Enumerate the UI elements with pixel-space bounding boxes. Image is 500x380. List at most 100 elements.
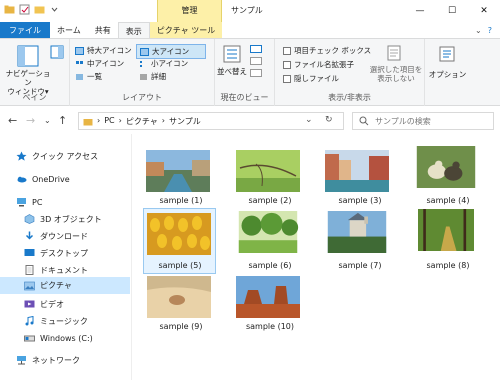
checkbox[interactable]: [283, 74, 291, 83]
file-name[interactable]: sample (8): [408, 261, 488, 270]
thumbnail-image[interactable]: [236, 150, 300, 192]
options-icon: [439, 46, 455, 62]
breadcrumb-item[interactable]: PC: [104, 116, 114, 127]
layout-list[interactable]: 一覧: [75, 71, 102, 82]
minimize-button[interactable]: —: [404, 0, 436, 22]
sidebar-item-quick-access[interactable]: クイック アクセス: [0, 148, 130, 164]
tab-view[interactable]: 表示: [117, 22, 150, 38]
layout-details[interactable]: 詳細: [139, 71, 166, 82]
breadcrumb-separator: ›: [118, 116, 122, 125]
current-view-group-label: 現在のビュー: [220, 93, 269, 102]
close-button[interactable]: ✕: [468, 0, 500, 22]
file-name[interactable]: sample (3): [320, 196, 400, 205]
tab-share[interactable]: 共有: [88, 22, 118, 38]
thumbnail-image[interactable]: [414, 146, 478, 188]
thumbnail-image[interactable]: [236, 276, 300, 318]
checkbox[interactable]: [283, 60, 291, 69]
file-name[interactable]: sample (7): [320, 261, 400, 270]
large-icons-icon: [140, 47, 149, 56]
thumbnail-image[interactable]: [325, 150, 389, 192]
ribbon-controls: ⌄ ?: [475, 22, 500, 38]
file-name[interactable]: sample (4): [408, 196, 488, 205]
sidebar-item-downloads[interactable]: ダウンロード: [0, 228, 130, 244]
hidden-items-option[interactable]: 隠しファイル: [283, 73, 339, 84]
layout-large[interactable]: 大アイコン: [136, 44, 206, 59]
star-icon: [16, 151, 27, 161]
sidebar-item-pictures[interactable]: ピクチャ: [0, 277, 130, 294]
recent-locations-icon[interactable]: ⌄: [44, 116, 51, 125]
hide-selected-button[interactable]: 選択した項目を 表示しない: [367, 65, 425, 83]
sidebar-item-desktop[interactable]: デスクトップ: [0, 245, 130, 261]
thumbnail-image[interactable]: [147, 213, 211, 255]
collapse-ribbon-icon[interactable]: ⌄: [475, 26, 482, 35]
search-icon: [359, 116, 369, 126]
forward-arrow-icon[interactable]: →: [26, 114, 35, 127]
sidebar-item-videos[interactable]: ビデオ: [0, 296, 130, 312]
breadcrumb-item[interactable]: ピクチャ: [126, 116, 158, 127]
options-button[interactable]: オプション: [427, 70, 468, 79]
breadcrumb-item[interactable]: サンプル: [169, 116, 201, 127]
file-name[interactable]: sample (9): [141, 322, 221, 331]
address-bar[interactable]: › PC › ピクチャ › サンプル ⌄ ↻: [78, 112, 344, 130]
sidebar-item-onedrive[interactable]: OneDrive: [0, 171, 130, 187]
document-icon: [25, 265, 34, 275]
file-name[interactable]: sample (1): [141, 196, 221, 205]
folder-icon[interactable]: [4, 4, 15, 15]
sidebar-item-label: デスクトップ: [40, 248, 88, 258]
maximize-button[interactable]: ☐: [436, 0, 468, 22]
thumbnail-image[interactable]: [414, 209, 478, 251]
tab-home[interactable]: ホーム: [50, 22, 88, 38]
refresh-icon[interactable]: ↻: [325, 115, 333, 125]
options-group: オプション: [425, 39, 470, 106]
address-dropdown-icon[interactable]: ⌄: [305, 115, 313, 125]
new-folder-icon[interactable]: [34, 4, 45, 15]
ribbon: ナビゲーション ウィンドウ▾ ペイン 特大アイコン 大アイコン 中アイコン 小ア…: [0, 39, 500, 106]
breadcrumb: › PC › ピクチャ › サンプル: [97, 116, 201, 127]
help-icon[interactable]: ?: [488, 26, 492, 35]
quick-access-toolbar: [4, 4, 60, 15]
thumbnail-image[interactable]: [236, 211, 300, 253]
sidebar-item-windows-c[interactable]: Windows (C:): [0, 330, 130, 346]
sidebar-item-3d-objects[interactable]: 3D オブジェクト: [0, 211, 130, 227]
navigation-pane-icon: [17, 45, 39, 67]
sidebar-item-documents[interactable]: ドキュメント: [0, 262, 130, 278]
tab-picture-tools[interactable]: ピクチャ ツール: [149, 22, 223, 38]
size-columns-icon[interactable]: [250, 69, 262, 77]
properties-icon[interactable]: [19, 4, 30, 15]
tab-file[interactable]: ファイル: [0, 22, 50, 38]
sidebar-item-pc[interactable]: PC: [0, 194, 130, 210]
video-icon: [24, 300, 35, 308]
file-name[interactable]: sample (5): [140, 261, 220, 270]
group-by-icon[interactable]: [250, 45, 262, 53]
sidebar-item-label: 3D オブジェクト: [40, 214, 102, 224]
add-columns-icon[interactable]: [250, 57, 262, 65]
layout-option-label: 一覧: [87, 72, 102, 81]
file-name[interactable]: sample (10): [230, 322, 310, 331]
back-arrow-icon[interactable]: ←: [8, 114, 17, 127]
sidebar-item-network[interactable]: ネットワーク: [0, 352, 130, 368]
thumbnail-image[interactable]: [147, 276, 211, 318]
file-extensions-option[interactable]: ファイル名拡張子: [283, 59, 354, 70]
thumbnail-image[interactable]: [325, 211, 389, 253]
preview-pane-icon[interactable]: [50, 45, 64, 59]
layout-medium[interactable]: 中アイコン: [75, 58, 124, 69]
checkbox[interactable]: [283, 46, 291, 55]
layout-extra-large[interactable]: 特大アイコン: [75, 45, 132, 56]
extra-large-icons-icon: [75, 46, 84, 55]
file-name[interactable]: sample (2): [230, 196, 310, 205]
sidebar-item-label: ダウンロード: [40, 231, 88, 241]
file-name[interactable]: sample (6): [230, 261, 310, 270]
search-input[interactable]: サンプルの検索: [352, 112, 494, 130]
network-icon: [17, 356, 26, 365]
manage-tab[interactable]: 管理: [157, 0, 222, 22]
sidebar-item-label: ネットワーク: [32, 355, 80, 365]
small-icons-icon: [140, 60, 142, 67]
sidebar-item-music[interactable]: ミュージック: [0, 313, 130, 329]
layout-small[interactable]: 小アイコン: [139, 58, 188, 69]
sort-by-button[interactable]: 並べ替え: [215, 67, 249, 76]
thumbnail-image[interactable]: [146, 150, 210, 192]
checkbox-label: ファイル名拡張子: [294, 60, 354, 69]
qat-dropdown-icon[interactable]: [49, 4, 60, 15]
up-arrow-icon[interactable]: ↑: [58, 114, 67, 127]
item-checkboxes-option[interactable]: 項目チェック ボックス: [283, 45, 371, 56]
